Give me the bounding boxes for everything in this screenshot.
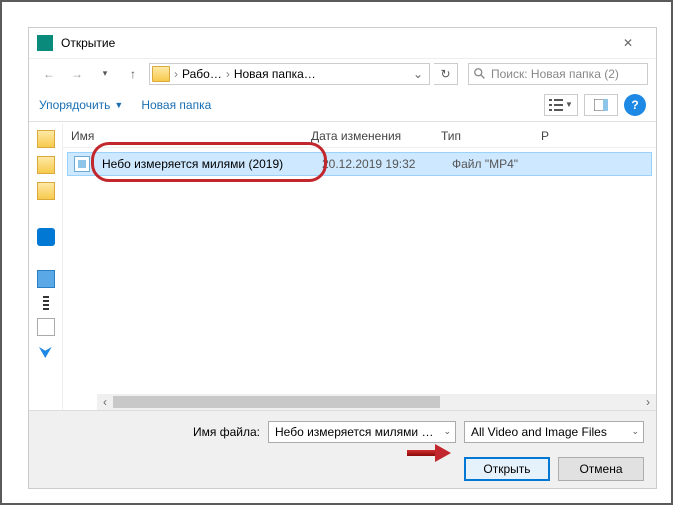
refresh-icon: ↻ <box>440 67 450 81</box>
preview-pane-button[interactable] <box>584 94 618 116</box>
help-icon: ? <box>631 98 638 112</box>
forward-icon: → <box>71 67 83 81</box>
folder-icon <box>152 66 170 82</box>
scroll-thumb[interactable] <box>113 396 440 408</box>
organize-button[interactable]: Упорядочить ▼ <box>39 98 123 112</box>
nav-up-button[interactable]: ↑ <box>121 62 145 86</box>
app-icon <box>37 35 53 51</box>
file-type: Файл "MP4" <box>446 157 566 171</box>
back-icon: ← <box>43 67 55 81</box>
breadcrumb-seg-2[interactable]: Новая папка… <box>234 67 316 81</box>
organize-label: Упорядочить <box>39 98 110 112</box>
scroll-right-button[interactable]: › <box>640 394 656 410</box>
titlebar: Открытие ✕ <box>29 28 656 58</box>
filename-label: Имя файла: <box>193 425 260 439</box>
column-type[interactable]: Тип <box>433 129 533 143</box>
search-icon <box>473 67 487 81</box>
scroll-left-button[interactable]: ‹ <box>97 394 113 410</box>
column-headers: Имя Дата изменения Тип Р <box>63 124 656 148</box>
sidebar-folder-icon[interactable] <box>37 156 55 174</box>
open-dialog: Открытие ✕ ← → ▾ ↑ › Рабо… › Новая папка… <box>28 27 657 489</box>
search-placeholder: Поиск: Новая папка (2) <box>491 67 619 81</box>
filetype-filter[interactable]: All Video and Image Files ⌄ <box>464 421 644 443</box>
sidebar-item-icon[interactable] <box>37 318 55 336</box>
close-icon: ✕ <box>623 36 633 50</box>
nav-sidebar: ⮟ <box>29 124 63 410</box>
video-file-icon <box>74 156 90 172</box>
filename-value: Небо измеряется милями (201 <box>275 425 437 439</box>
file-date: 20.12.2019 19:32 <box>316 157 446 171</box>
sidebar-pc-icon[interactable] <box>37 270 55 288</box>
help-button[interactable]: ? <box>624 94 646 116</box>
dialog-footer: Имя файла: Небо измеряется милями (201 ⌄… <box>29 410 656 488</box>
refresh-button[interactable]: ↻ <box>434 63 458 85</box>
toolbar: Упорядочить ▼ Новая папка ▼ ? <box>29 88 656 122</box>
file-list: Имя Дата изменения Тип Р Небо измеряется… <box>63 124 656 410</box>
scroll-track[interactable] <box>113 394 640 410</box>
nav-recent-dropdown[interactable]: ▾ <box>93 62 117 86</box>
up-icon: ↑ <box>130 67 136 81</box>
open-button[interactable]: Открыть <box>464 457 550 481</box>
chevron-down-icon: ▼ <box>114 100 123 110</box>
new-folder-label: Новая папка <box>141 98 211 112</box>
sidebar-folder-icon[interactable] <box>37 130 55 148</box>
chevron-down-icon: ▾ <box>103 68 108 79</box>
close-button[interactable]: ✕ <box>608 29 648 57</box>
horizontal-scrollbar[interactable]: ‹ › <box>97 394 656 410</box>
sidebar-folder-icon[interactable] <box>37 182 55 200</box>
breadcrumb[interactable]: › Рабо… › Новая папка… ⌄ <box>149 63 430 85</box>
chevron-down-icon: ▼ <box>565 100 573 109</box>
column-date[interactable]: Дата изменения <box>303 129 433 143</box>
chevron-down-icon: ⌄ <box>443 426 451 437</box>
open-label: Открыть <box>483 462 530 476</box>
view-mode-button[interactable]: ▼ <box>544 94 578 116</box>
filter-value: All Video and Image Files <box>471 425 607 439</box>
new-folder-button[interactable]: Новая папка <box>141 98 211 112</box>
sidebar-item-icon[interactable] <box>43 296 49 310</box>
chevron-down-icon[interactable]: ⌄ <box>409 67 427 81</box>
chevron-right-icon: › <box>172 67 180 81</box>
nav-forward-button[interactable]: → <box>65 62 89 86</box>
nav-back-button[interactable]: ← <box>37 62 61 86</box>
nav-bar: ← → ▾ ↑ › Рабо… › Новая папка… ⌄ ↻ Поиск… <box>29 58 656 88</box>
column-size[interactable]: Р <box>533 129 563 143</box>
preview-pane-icon <box>594 99 608 111</box>
cancel-label: Отмена <box>579 462 622 476</box>
chevron-down-icon: ⌄ <box>631 426 639 437</box>
search-input[interactable]: Поиск: Новая папка (2) <box>468 63 648 85</box>
window-title: Открытие <box>61 36 608 50</box>
breadcrumb-seg-1[interactable]: Рабо… <box>182 67 222 81</box>
filename-input[interactable]: Небо измеряется милями (201 ⌄ <box>268 421 456 443</box>
chevron-right-icon: › <box>224 67 232 81</box>
list-view-icon <box>549 99 563 111</box>
cancel-button[interactable]: Отмена <box>558 457 644 481</box>
sidebar-down-arrow-icon[interactable]: ⮟ <box>40 344 52 361</box>
file-row[interactable]: Небо измеряется милями (2019) 20.12.2019… <box>67 152 652 176</box>
sidebar-onedrive-icon[interactable] <box>37 228 55 246</box>
column-name[interactable]: Имя <box>63 129 303 143</box>
file-name: Небо измеряется милями (2019) <box>96 157 316 171</box>
